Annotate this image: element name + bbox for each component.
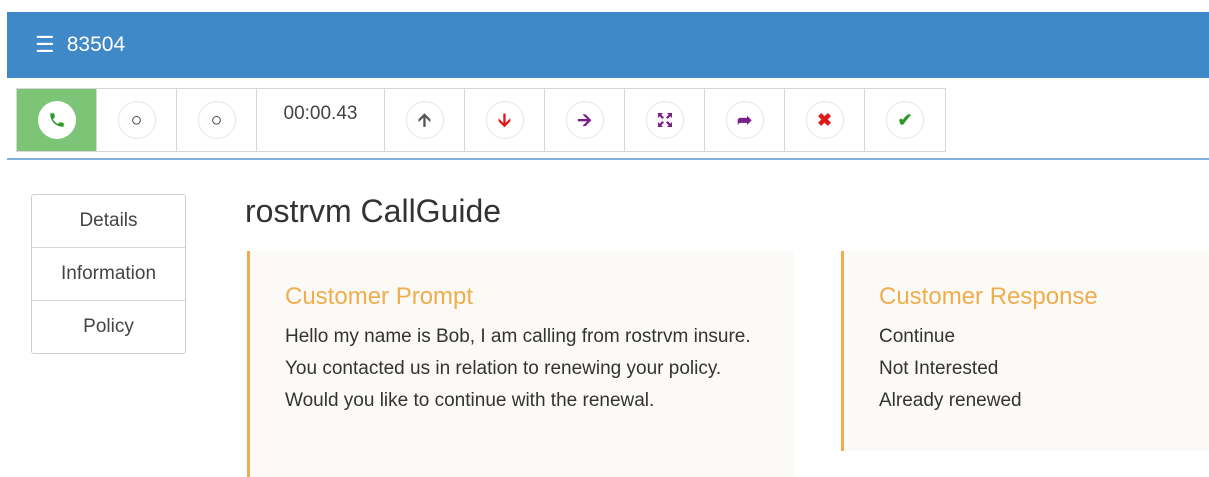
transfer-button[interactable]: 🡪 bbox=[545, 89, 625, 151]
record-toggle-button-2[interactable]: ○ bbox=[177, 89, 257, 151]
page-title: rostrvm CallGuide bbox=[245, 193, 502, 229]
move-up-button[interactable]: 🡩 bbox=[385, 89, 465, 151]
call-toolbar: ○ ○ 00:00.43 🡩 🡫 🡪 ➦ ✖ ✔ bbox=[16, 88, 946, 152]
hamburger-icon[interactable]: ☰ bbox=[35, 34, 55, 56]
close-icon: ✖ bbox=[805, 101, 844, 139]
side-navigation: Details Information Policy bbox=[31, 194, 186, 354]
response-option-already-renewed[interactable]: Already renewed bbox=[879, 385, 1209, 417]
response-option-not-interested[interactable]: Not Interested bbox=[879, 353, 1209, 385]
check-icon: ✔ bbox=[886, 101, 924, 139]
accept-button[interactable]: ✔ bbox=[865, 89, 945, 151]
arrow-down-icon: 🡫 bbox=[485, 101, 524, 139]
call-timer: 00:00.43 bbox=[257, 89, 385, 151]
reject-button[interactable]: ✖ bbox=[785, 89, 865, 151]
record-toggle-button-1[interactable]: ○ bbox=[97, 89, 177, 151]
prompt-heading: Customer Prompt bbox=[285, 283, 474, 310]
forward-icon: ➦ bbox=[725, 101, 764, 139]
side-tab-details[interactable]: Details bbox=[32, 195, 185, 248]
call-button[interactable] bbox=[17, 89, 97, 151]
top-header-bar: ☰ 83504 bbox=[7, 12, 1209, 78]
prompt-text: Hello my name is Bob, I am calling from … bbox=[285, 326, 751, 411]
expand-icon bbox=[645, 101, 684, 139]
record-off-icon: ○ bbox=[197, 101, 236, 139]
customer-response-panel: Customer Response Continue Not Intereste… bbox=[841, 251, 1209, 451]
response-heading: Customer Response bbox=[879, 283, 1098, 310]
forward-button[interactable]: ➦ bbox=[705, 89, 785, 151]
expand-button[interactable] bbox=[625, 89, 705, 151]
response-option-continue[interactable]: Continue bbox=[879, 321, 1209, 353]
side-tab-information[interactable]: Information bbox=[32, 248, 185, 301]
header-title: 83504 bbox=[66, 33, 126, 56]
phone-icon bbox=[37, 101, 76, 139]
customer-prompt-panel: Customer Prompt Hello my name is Bob, I … bbox=[247, 251, 794, 477]
side-tab-policy[interactable]: Policy bbox=[32, 301, 185, 353]
arrow-right-icon: 🡪 bbox=[565, 101, 604, 139]
move-down-button[interactable]: 🡫 bbox=[465, 89, 545, 151]
record-off-icon: ○ bbox=[117, 101, 156, 139]
arrow-up-icon: 🡩 bbox=[405, 101, 444, 139]
